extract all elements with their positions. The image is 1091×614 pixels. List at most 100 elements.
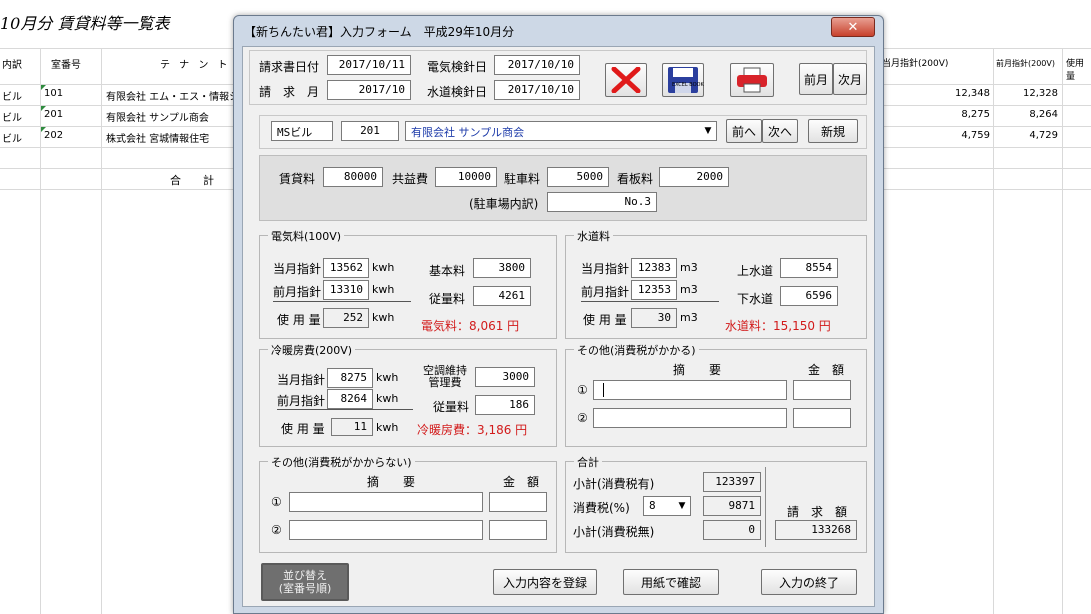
other-untaxed-desc-header: 摘 要: [367, 475, 416, 489]
header-previous-200v: 前月指針(200V): [996, 59, 1055, 68]
hvac-maint-label: 空調維持 管理費: [423, 364, 467, 389]
water-previous-field[interactable]: 12353: [631, 280, 677, 300]
sign-fee-label: 看板料: [617, 172, 654, 186]
table-row-room: 202: [44, 130, 64, 141]
subtotal-taxed-label: 小計(消費税有): [573, 477, 655, 491]
billing-month-field[interactable]: 2017/10: [327, 80, 411, 100]
table-row-previous: 12,328: [1023, 88, 1058, 99]
elec-current-label: 当月指針: [273, 262, 322, 276]
elec-meter-date-label: 電気検針日: [427, 60, 488, 74]
water-current-field[interactable]: 12383: [631, 258, 677, 278]
hvac-group-title: 冷暖房費(200V): [268, 342, 356, 358]
table-row-tenant: 株式会社 宮城情報住宅: [106, 134, 210, 145]
chevron-down-icon[interactable]: ▼: [701, 123, 715, 139]
water-usage-label: 使 用 量: [583, 313, 627, 327]
grid-line: [1062, 48, 1063, 614]
table-row-room: 101: [44, 88, 64, 99]
elec-metered-field[interactable]: 4261: [473, 286, 531, 306]
other-untaxed-amount-1[interactable]: [489, 492, 547, 512]
building-field[interactable]: MSビル: [271, 121, 333, 141]
water-supply-field[interactable]: 8554: [780, 258, 838, 278]
table-row-current: 4,759: [961, 130, 990, 141]
header-current-200v: 当月指針(200V): [882, 59, 949, 69]
chevron-down-icon[interactable]: ▼: [675, 498, 689, 514]
hvac-total-text: 冷暖房費：3,186 円: [417, 423, 528, 437]
elec-previous-field[interactable]: 13310: [323, 280, 369, 300]
rent-label: 賃貸料: [279, 172, 316, 186]
hvac-current-label: 当月指針: [277, 373, 326, 387]
table-row-building: ビル: [2, 113, 22, 124]
next-tenant-button[interactable]: 次へ: [762, 119, 798, 143]
row-mark: ②: [577, 411, 588, 425]
other-untaxed-desc-2[interactable]: [289, 520, 483, 540]
other-taxed-amount-header: 金 額: [808, 363, 845, 377]
elec-current-unit: kwh: [372, 261, 395, 274]
billing-amount-field: 133268: [775, 520, 857, 540]
hvac-metered-field[interactable]: 186: [475, 395, 535, 415]
header-breakdown: 内訳: [2, 60, 22, 71]
print-button[interactable]: [730, 63, 774, 97]
other-taxed-amount-1[interactable]: [793, 380, 851, 400]
elec-meter-date-field[interactable]: 2017/10/10: [494, 55, 580, 75]
other-taxed-desc-2[interactable]: [593, 408, 787, 428]
other-taxed-amount-2[interactable]: [793, 408, 851, 428]
hvac-current-unit: kwh: [376, 371, 399, 384]
room-field[interactable]: 201: [341, 121, 399, 141]
rent-field[interactable]: 80000: [323, 167, 383, 187]
prev-month-button[interactable]: 前月: [799, 63, 833, 95]
dialog-title: 【新ちんたい君】入力フォーム 平成29年10月分: [244, 25, 515, 39]
other-untaxed-desc-1[interactable]: [289, 492, 483, 512]
table-row-previous: 8,264: [1029, 109, 1058, 120]
table-row-current: 12,348: [955, 88, 990, 99]
other-untaxed-amount-header: 金 額: [503, 475, 540, 489]
finish-button[interactable]: 入力の終了: [761, 569, 857, 595]
dialog-titlebar[interactable]: 【新ちんたい君】入力フォーム 平成29年10月分 ✕: [234, 16, 883, 46]
elec-metered-label: 従量料: [429, 292, 466, 306]
divider: [277, 409, 413, 410]
other-taxed-desc-1[interactable]: [593, 380, 787, 400]
divider: [273, 301, 411, 302]
sort-by-room-button[interactable]: 並び替え (室番号順): [261, 563, 349, 601]
hvac-previous-label: 前月指針: [277, 394, 326, 408]
prev-tenant-button[interactable]: 前へ: [726, 119, 762, 143]
common-fee-label: 共益費: [392, 172, 429, 186]
water-supply-label: 上水道: [737, 264, 774, 278]
hvac-maint-field[interactable]: 3000: [475, 367, 535, 387]
new-tenant-button[interactable]: 新規: [808, 119, 858, 143]
close-button[interactable]: ✕: [831, 17, 875, 37]
hvac-current-field[interactable]: 8275: [327, 368, 373, 388]
delete-button[interactable]: [605, 63, 647, 97]
parking-fee-field[interactable]: 5000: [547, 167, 609, 187]
elec-previous-label: 前月指針: [273, 285, 322, 299]
sign-fee-field[interactable]: 2000: [659, 167, 729, 187]
other-untaxed-amount-2[interactable]: [489, 520, 547, 540]
register-button[interactable]: 入力内容を登録: [493, 569, 597, 595]
next-month-button[interactable]: 次月: [833, 63, 867, 95]
elec-usage-field: 252: [323, 308, 369, 328]
save-excel-button[interactable]: EXCEL BOOK: [662, 63, 704, 97]
table-row-room: 201: [44, 109, 64, 120]
tenant-name-select[interactable]: 有限会社 サンプル商会: [405, 121, 717, 141]
hvac-usage-unit: kwh: [376, 421, 399, 434]
hvac-previous-field[interactable]: 8264: [327, 389, 373, 409]
water-meter-date-field[interactable]: 2017/10/10: [494, 80, 580, 100]
water-sewer-field[interactable]: 6596: [780, 286, 838, 306]
invoice-date-field[interactable]: 2017/10/11: [327, 55, 411, 75]
divider: [765, 467, 766, 547]
row-mark: ①: [271, 495, 282, 509]
subtotal-taxed-field: 123397: [703, 472, 761, 492]
water-total-text: 水道料：15,150 円: [725, 319, 831, 333]
elec-usage-unit: kwh: [372, 311, 395, 324]
parking-detail-label: (駐車場内訳): [469, 197, 539, 211]
elec-basic-field[interactable]: 3800: [473, 258, 531, 278]
elec-current-field[interactable]: 13562: [323, 258, 369, 278]
table-row-building: ビル: [2, 134, 22, 145]
other-taxed-title: その他(消費税がかかる): [574, 342, 699, 358]
preview-button[interactable]: 用紙で確認: [623, 569, 719, 595]
parking-detail-field[interactable]: No.3: [547, 192, 657, 212]
water-meter-date-label: 水道検針日: [427, 85, 488, 99]
common-fee-field[interactable]: 10000: [435, 167, 497, 187]
water-previous-label: 前月指針: [581, 285, 630, 299]
elec-previous-unit: kwh: [372, 283, 395, 296]
table-row-tenant: 有限会社 エム・エス・情報シ: [106, 92, 236, 103]
